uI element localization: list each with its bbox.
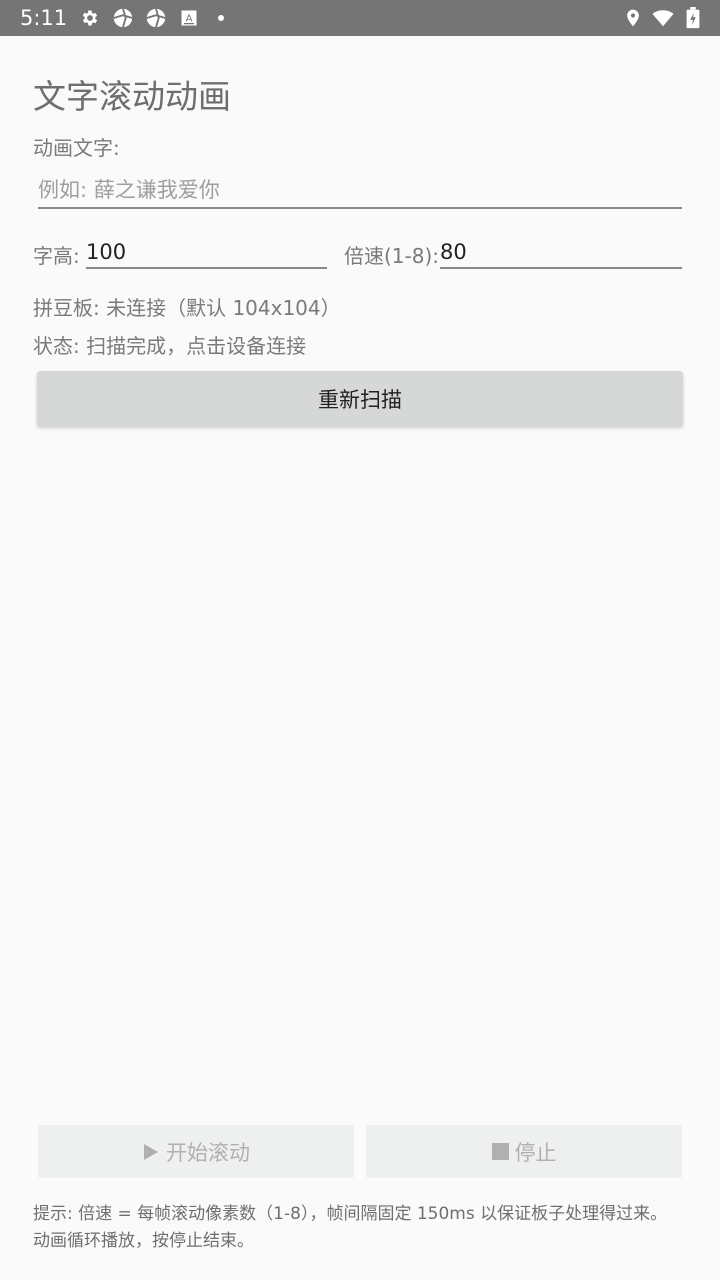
board-status: 拼豆板: 未连接（默认 104x104） — [33, 296, 341, 320]
wifi-icon — [652, 7, 674, 29]
stop-button[interactable]: 停止 — [366, 1125, 682, 1178]
animation-text-underline — [38, 207, 682, 209]
rescan-button[interactable]: 重新扫描 — [37, 371, 683, 426]
start-scroll-button[interactable]: 开始滚动 — [38, 1125, 354, 1178]
animation-text-label: 动画文字: — [33, 136, 120, 160]
battery-charging-icon — [682, 7, 704, 29]
stop-label: 停止 — [514, 1140, 557, 1165]
height-input[interactable] — [86, 236, 326, 268]
height-underline — [86, 267, 327, 269]
aperture-icon — [112, 7, 134, 29]
hint-line-1: 提示: 倍速 = 每帧滚动像素数（1-8），帧间隔固定 150ms 以保证板子处… — [33, 1204, 668, 1224]
keyboard-a-icon: A — [178, 7, 200, 29]
location-icon — [622, 7, 644, 29]
dot-icon — [218, 15, 224, 21]
settings-icon — [79, 7, 101, 29]
animation-text-input[interactable] — [38, 173, 682, 207]
scan-status: 状态: 扫描完成，点击设备连接 — [33, 334, 307, 358]
svg-text:A: A — [186, 13, 193, 24]
speed-underline — [440, 267, 682, 269]
speed-label: 倍速(1-8): — [344, 244, 440, 268]
status-bar: 5:11 A — [0, 0, 720, 36]
stop-icon — [491, 1143, 509, 1160]
status-time: 5:11 — [20, 6, 68, 30]
speed-input[interactable] — [440, 236, 680, 268]
page-title: 文字滚动动画 — [33, 77, 231, 116]
play-icon — [142, 1143, 160, 1161]
aperture-icon-2 — [145, 7, 167, 29]
hint-line-2: 动画循环播放，按停止结束。 — [33, 1231, 254, 1251]
rescan-button-label: 重新扫描 — [318, 387, 402, 412]
start-scroll-label: 开始滚动 — [166, 1140, 250, 1165]
height-label: 字高: — [33, 244, 80, 268]
